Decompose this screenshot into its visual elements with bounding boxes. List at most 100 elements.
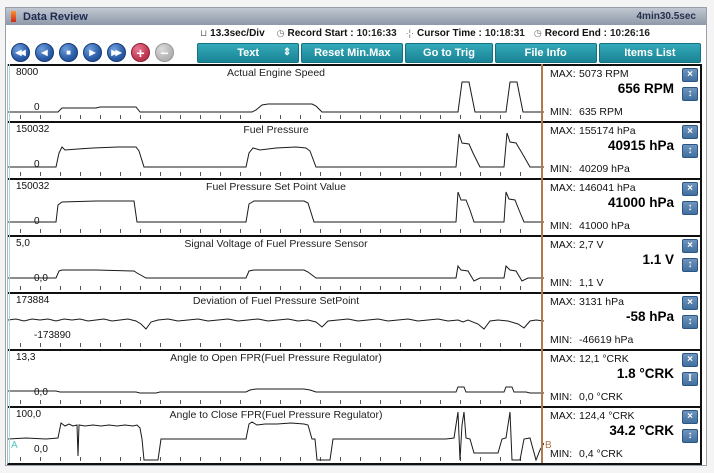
go-to-trig-label: Go to Trig (423, 47, 475, 59)
reset-minmax-button[interactable]: Reset Min.Max (301, 43, 403, 63)
channel-row: 150032 Fuel Pressure Set Point Value 0 M… (8, 178, 700, 235)
close-channel-button[interactable]: × (682, 353, 698, 367)
channel-value-panel: MAX:2,7 V 1.1 V MIN:1,1 V × ↕ (544, 237, 700, 292)
close-icon: × (687, 127, 693, 137)
waveform-plot[interactable]: 100,0 Angle to Close FPR(Fuel Pressure R… (8, 408, 544, 463)
scale-mode-button[interactable]: ↕ (682, 429, 698, 443)
play-icon: ▶ (89, 49, 95, 57)
close-icon: × (687, 241, 693, 251)
file-info-label: File Info (525, 47, 567, 59)
close-channel-button[interactable]: × (682, 182, 698, 196)
scale-mode-icon: ↕ (688, 146, 693, 156)
app-window: Data Review 4min30.5sec ⊔ 13.3sec/Div ◷ … (5, 7, 707, 466)
scale-mode-button[interactable]: ↕ (682, 144, 698, 158)
channel-row: 150032 Fuel Pressure 0 MAX:155174 hPa 40… (8, 121, 700, 178)
max-value-line: MAX:146041 hPa (550, 182, 636, 194)
channel-row: 13,3 Angle to Open FPR(Fuel Pressure Reg… (8, 349, 700, 406)
current-value: 1.1 V (642, 252, 674, 267)
zoom-out-button[interactable]: − (155, 43, 174, 62)
min-value-line: MIN:1,1 V (550, 277, 604, 289)
channel-value-panel: MAX:124,4 °CRK 34.2 °CRK MIN:0,4 °CRK × … (544, 408, 700, 463)
record-start-value: 10:16:33 (357, 28, 397, 39)
close-channel-button[interactable]: × (682, 410, 698, 424)
min-value-line: MIN:0,4 °CRK (550, 448, 623, 460)
channel-buttons: × I (682, 353, 698, 386)
max-value-line: MAX:2,7 V (550, 239, 604, 251)
scale-mode-icon: I (688, 374, 692, 384)
channel-buttons: × ↕ (682, 68, 698, 101)
go-to-trig-button[interactable]: Go to Trig (405, 43, 492, 63)
reset-minmax-label: Reset Min.Max (314, 47, 390, 59)
app-icon (11, 11, 16, 22)
record-end-info: ◷ Record End : 10:26:16 (534, 28, 650, 39)
scale-mode-icon: ↕ (688, 203, 693, 213)
waveform-plot[interactable]: 5,0 Signal Voltage of Fuel Pressure Sens… (8, 237, 544, 292)
current-value: -58 hPa (626, 309, 674, 324)
current-value: 41000 hPa (608, 195, 674, 210)
max-value-line: MAX:155174 hPa (550, 125, 636, 137)
text-mode-button[interactable]: Text ⇕ (197, 43, 299, 63)
waveform-plot[interactable]: 13,3 Angle to Open FPR(Fuel Pressure Reg… (8, 351, 544, 406)
clock-icon: ◷ (534, 28, 542, 39)
record-start-info: ◷ Record Start : 10:16:33 (277, 28, 397, 39)
minus-icon: − (160, 46, 168, 60)
chevron-updown-icon: ⇕ (283, 47, 291, 58)
record-end-label: Record End : (545, 28, 607, 39)
scale-mode-button[interactable]: I (682, 372, 698, 386)
scale-mode-button[interactable]: ↕ (682, 258, 698, 272)
scale-mode-button[interactable]: ↕ (682, 315, 698, 329)
channel-value-panel: MAX:12,1 °CRK 1.8 °CRK MIN:0,0 °CRK × I (544, 351, 700, 406)
current-value: 40915 hPa (608, 138, 674, 153)
waveform-trace (8, 123, 544, 178)
waveform-trace (8, 351, 544, 406)
waveform-plot[interactable]: 150032 Fuel Pressure 0 (8, 123, 544, 178)
channel-row: 173884 Deviation of Fuel Pressure SetPoi… (8, 292, 700, 349)
fast-forward-icon: ▶▶ (111, 49, 119, 57)
clock-icon: ◷ (277, 28, 285, 39)
stop-button[interactable]: ■ (59, 43, 78, 62)
min-value-line: MIN:40209 hPa (550, 163, 630, 175)
fast-rewind-button[interactable]: ◀◀ (11, 43, 30, 62)
close-channel-button[interactable]: × (682, 68, 698, 82)
fast-rewind-icon: ◀◀ (15, 49, 23, 57)
close-channel-button[interactable]: × (682, 125, 698, 139)
record-end-value: 10:26:16 (610, 28, 650, 39)
close-icon: × (687, 355, 693, 365)
close-channel-button[interactable]: × (682, 239, 698, 253)
min-value-line: MIN:635 RPM (550, 106, 623, 118)
channel-buttons: × ↕ (682, 125, 698, 158)
text-mode-label: Text (237, 47, 259, 59)
fast-forward-button[interactable]: ▶▶ (107, 43, 126, 62)
waveform-trace (8, 408, 544, 463)
current-value: 1.8 °CRK (617, 366, 674, 381)
waveform-plot[interactable]: 173884 Deviation of Fuel Pressure SetPoi… (8, 294, 544, 349)
scale-mode-button[interactable]: ↕ (682, 201, 698, 215)
close-icon: × (687, 184, 693, 194)
waveform-plot[interactable]: 8000 Actual Engine Speed 0 (8, 66, 544, 121)
close-channel-button[interactable]: × (682, 296, 698, 310)
waveform-trace (8, 294, 544, 349)
waveform-plot[interactable]: 150032 Fuel Pressure Set Point Value 0 (8, 180, 544, 235)
scale-mode-button[interactable]: ↕ (682, 87, 698, 101)
channel-buttons: × ↕ (682, 182, 698, 215)
channel-buttons: × ↕ (682, 239, 698, 272)
max-value-line: MAX:5073 RPM (550, 68, 629, 80)
items-list-label: Items List (624, 47, 675, 59)
stop-icon: ■ (66, 49, 71, 57)
cursor-icon: ·¦· (406, 28, 414, 38)
play-button[interactable]: ▶ (83, 43, 102, 62)
scale-mode-icon: ↕ (688, 317, 693, 327)
chart-region: 8000 Actual Engine Speed 0 MAX:5073 RPM … (7, 64, 702, 465)
file-info-button[interactable]: File Info (495, 43, 597, 63)
channel-row: 5,0 Signal Voltage of Fuel Pressure Sens… (8, 235, 700, 292)
window-titlebar: Data Review 4min30.5sec (6, 8, 706, 25)
channel-value-panel: MAX:3131 hPa -58 hPa MIN:-46619 hPa × ↕ (544, 294, 700, 349)
scale-mode-icon: ↕ (688, 89, 693, 99)
channel-row: 8000 Actual Engine Speed 0 MAX:5073 RPM … (8, 64, 700, 121)
waveform-trace (8, 66, 544, 121)
step-back-button[interactable]: ◀ (35, 43, 54, 62)
zoom-in-button[interactable]: + (131, 43, 150, 62)
items-list-button[interactable]: Items List (599, 43, 701, 63)
channel-buttons: × ↕ (682, 410, 698, 443)
close-icon: × (687, 70, 693, 80)
